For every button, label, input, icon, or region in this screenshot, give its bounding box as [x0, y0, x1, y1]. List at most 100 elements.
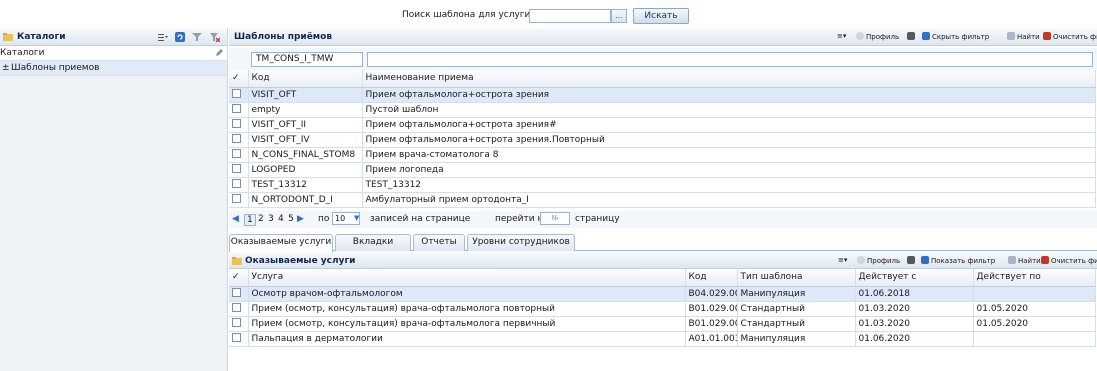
service-search-input[interactable]	[529, 9, 611, 23]
catalog-templates-row[interactable]: ± Шаблоны приемов	[0, 61, 227, 76]
row-checkbox[interactable]	[232, 318, 241, 327]
row-checkbox[interactable]	[232, 179, 241, 188]
tab-services[interactable]: Оказываемые услуги	[229, 234, 333, 252]
hide-filter-button[interactable]: Скрыть фильтр	[922, 32, 989, 41]
prev-page-icon[interactable]: ◀	[232, 214, 239, 224]
table-row[interactable]: VISIT_OFT_II Прием офтальмолога+острота з…	[229, 117, 1096, 133]
page-2[interactable]: 2	[258, 214, 264, 224]
row-checkbox[interactable]	[232, 134, 241, 143]
tab-staff-levels[interactable]: Уровни сотрудников	[467, 234, 575, 251]
tab-reports[interactable]: Отчеты	[413, 234, 465, 251]
row-name: Прием офтальмолога+острота зрения.Повтор…	[362, 132, 1096, 148]
view-menu-icon[interactable]: ≡▾	[838, 256, 847, 264]
row-checkbox[interactable]	[232, 164, 241, 173]
edit-icon[interactable]	[215, 49, 223, 57]
row-code: B04.029.002	[685, 286, 738, 302]
row-checkbox[interactable]	[232, 194, 241, 203]
show-filter-button[interactable]: Показать фильтр	[921, 256, 995, 265]
row-from: 01.06.2018	[855, 286, 974, 302]
name-filter-input[interactable]	[367, 52, 1093, 67]
row-checkbox[interactable]	[232, 333, 241, 342]
row-to: 01.05.2020	[973, 316, 1096, 332]
browse-button[interactable]: ...	[611, 9, 627, 23]
row-type: Манипуляция	[737, 286, 856, 302]
filter-icon[interactable]	[192, 32, 202, 42]
table-row[interactable]: Осмотр врачом-офтальмологомB04.029.002Ма…	[229, 286, 1096, 302]
column-header-type[interactable]: Тип шаблона	[737, 269, 856, 287]
check-all-icon[interactable]: ✓	[229, 70, 249, 88]
folder-icon	[3, 33, 13, 41]
find-button[interactable]: Найти	[1007, 32, 1040, 41]
row-code: LOGOPED	[248, 162, 363, 178]
chevron-down-icon[interactable]: ▼	[354, 214, 359, 222]
print-icon[interactable]	[907, 32, 917, 41]
refresh-icon[interactable]	[175, 32, 185, 42]
table-row[interactable]: TEST_13312 TEST_13312	[229, 177, 1096, 193]
clear-filter-button[interactable]: Очистить фильтр	[1041, 256, 1097, 265]
table-row[interactable]: VISIT_OFT_IV Прием офтальмолога+острота з…	[229, 132, 1096, 148]
find-label: Найти	[1017, 33, 1040, 41]
row-name: Прием врача-стоматолога 8	[362, 147, 1096, 163]
clear-filter-button[interactable]: Очистить фильтр	[1043, 32, 1097, 41]
templates-title: Шаблоны приёмов	[234, 32, 333, 42]
search-button[interactable]: Искать	[633, 8, 689, 24]
row-code: TEST_13312	[248, 177, 363, 193]
find-button[interactable]: Найти	[1008, 256, 1041, 265]
row-to	[973, 331, 1096, 347]
view-menu-icon[interactable]: ≡▾	[837, 32, 846, 40]
row-checkbox[interactable]	[232, 104, 241, 113]
table-row[interactable]: N_ORTODONT_D_I Амбулаторный прием ортодон…	[229, 192, 1096, 208]
search-label: Поиск шаблона для услуги:	[402, 10, 534, 20]
column-header-service[interactable]: Услуга	[248, 269, 686, 287]
row-checkbox[interactable]	[232, 303, 241, 312]
code-filter-input[interactable]: TM_CONS_I_TMW	[251, 52, 363, 67]
show-filter-label: Показать фильтр	[931, 257, 996, 265]
check-all-icon[interactable]: ✓	[229, 269, 249, 287]
profile-icon	[857, 256, 865, 264]
find-icon	[1008, 256, 1016, 264]
page-4[interactable]: 4	[278, 214, 284, 224]
table-row[interactable]: LOGOPED Прием логопеда	[229, 162, 1096, 178]
find-label: Найти	[1018, 257, 1041, 265]
profile-button[interactable]: Профиль	[857, 256, 900, 265]
table-row[interactable]: Пальпация в дерматологии A01.01.003 Манипу…	[229, 331, 1096, 347]
table-row[interactable]: empty Пустой шаблон	[229, 102, 1096, 118]
table-row[interactable]: Прием (осмотр, консультация) врача-офтал…	[229, 301, 1096, 317]
row-from: 01.03.2020	[855, 316, 974, 332]
column-header-to[interactable]: Действует по	[973, 269, 1096, 287]
next-page-icon[interactable]: ▶	[297, 214, 304, 224]
services-header: Оказываемые услуги ≡▾ Профиль Показать ф…	[229, 252, 1097, 269]
row-checkbox[interactable]	[232, 119, 241, 128]
clear-filter-icon	[1041, 256, 1049, 264]
row-name: Пустой шаблон	[362, 102, 1096, 118]
templates-table: ✓ Код Наименование приема VISIT_OFT Прием…	[229, 70, 1096, 208]
table-row[interactable]: Прием (осмотр, консультация) врача-офтал…	[229, 316, 1096, 332]
row-checkbox[interactable]	[232, 288, 241, 297]
column-header-from[interactable]: Действует с	[855, 269, 974, 287]
profile-button[interactable]: Профиль	[856, 32, 899, 41]
column-header-name[interactable]: Наименование приема	[362, 70, 1096, 88]
pager: ◀ 1 2 3 4 5 ▶ по 10 ▼ записей на страниц…	[229, 211, 1097, 228]
column-header-code[interactable]: Код	[685, 269, 738, 287]
per-page-suffix: записей на странице	[370, 214, 471, 224]
row-code: empty	[248, 102, 363, 118]
row-checkbox[interactable]	[232, 89, 241, 98]
row-service: Прием (осмотр, консультация) врача-офтал…	[248, 301, 686, 317]
row-code: VISIT_OFT	[248, 87, 363, 103]
services-title: Оказываемые услуги	[245, 256, 356, 266]
column-header-code[interactable]: Код	[248, 70, 363, 88]
row-checkbox[interactable]	[232, 149, 241, 158]
page-1[interactable]: 1	[244, 214, 256, 226]
table-row[interactable]: N_CONS_FINAL_STOM8 Прием врача-стоматолог…	[229, 147, 1096, 163]
table-row[interactable]: VISIT_OFT Прием офтальмолога+острота зрен…	[229, 87, 1096, 103]
clear-filter-icon[interactable]	[210, 32, 220, 42]
view-menu-icon[interactable]	[158, 32, 168, 42]
goto-page-input[interactable]: №	[540, 212, 570, 225]
catalog-root-row[interactable]: Каталоги	[0, 46, 227, 61]
expand-icon[interactable]: ±	[2, 63, 10, 73]
print-icon[interactable]	[907, 256, 917, 265]
page-5[interactable]: 5	[288, 214, 294, 224]
page-3[interactable]: 3	[268, 214, 274, 224]
tab-visit-tabs[interactable]: Вкладки приема	[335, 234, 411, 262]
hide-filter-label: Скрыть фильтр	[932, 33, 990, 41]
